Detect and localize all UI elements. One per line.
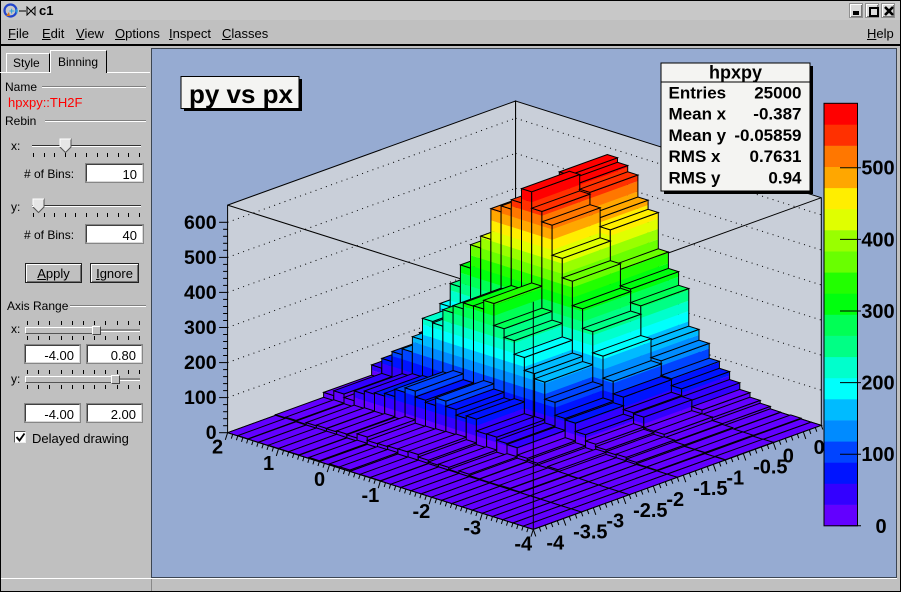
svg-text:py vs px: py vs px — [189, 79, 294, 109]
svg-text:-1: -1 — [362, 485, 380, 507]
svg-text:-4: -4 — [546, 532, 565, 554]
svg-text:100: 100 — [184, 387, 217, 409]
svg-text:25000: 25000 — [754, 83, 801, 102]
svg-text:100: 100 — [861, 444, 894, 466]
svg-text:RMS x: RMS x — [669, 147, 722, 166]
svg-text:300: 300 — [861, 301, 894, 323]
svg-text:-0.05859: -0.05859 — [734, 126, 801, 145]
svg-text:300: 300 — [184, 317, 217, 339]
svg-text:0: 0 — [314, 469, 325, 491]
svg-text:-2: -2 — [666, 489, 684, 511]
svg-text:-2.5: -2.5 — [633, 500, 667, 522]
svg-text:2: 2 — [212, 437, 223, 459]
svg-text:1: 1 — [263, 453, 274, 475]
svg-text:Entries: Entries — [669, 83, 727, 102]
svg-text:-0.387: -0.387 — [753, 105, 801, 124]
svg-text:500: 500 — [184, 247, 217, 269]
svg-text:RMS y: RMS y — [669, 169, 722, 188]
svg-text:-4: -4 — [514, 533, 533, 555]
svg-text:0: 0 — [814, 437, 825, 459]
svg-text:0: 0 — [875, 516, 886, 538]
svg-text:-1.5: -1.5 — [693, 478, 727, 500]
svg-text:-2: -2 — [413, 501, 431, 523]
svg-text:Mean y: Mean y — [669, 126, 727, 145]
svg-text:hpxpy: hpxpy — [709, 63, 762, 83]
svg-text:-3: -3 — [606, 511, 624, 533]
svg-text:400: 400 — [184, 282, 217, 304]
svg-text:0.7631: 0.7631 — [750, 147, 802, 166]
svg-text:200: 200 — [861, 373, 894, 395]
svg-text:500: 500 — [861, 158, 894, 180]
svg-text:400: 400 — [861, 229, 894, 251]
svg-text:-3: -3 — [463, 517, 481, 539]
svg-text:0.94: 0.94 — [768, 169, 802, 188]
svg-text:600: 600 — [184, 212, 217, 234]
svg-text:-1: -1 — [726, 467, 744, 489]
svg-text:-3.5: -3.5 — [573, 522, 607, 544]
svg-text:0: 0 — [783, 446, 794, 468]
svg-text:Mean x: Mean x — [669, 105, 727, 124]
svg-text:200: 200 — [184, 352, 217, 374]
